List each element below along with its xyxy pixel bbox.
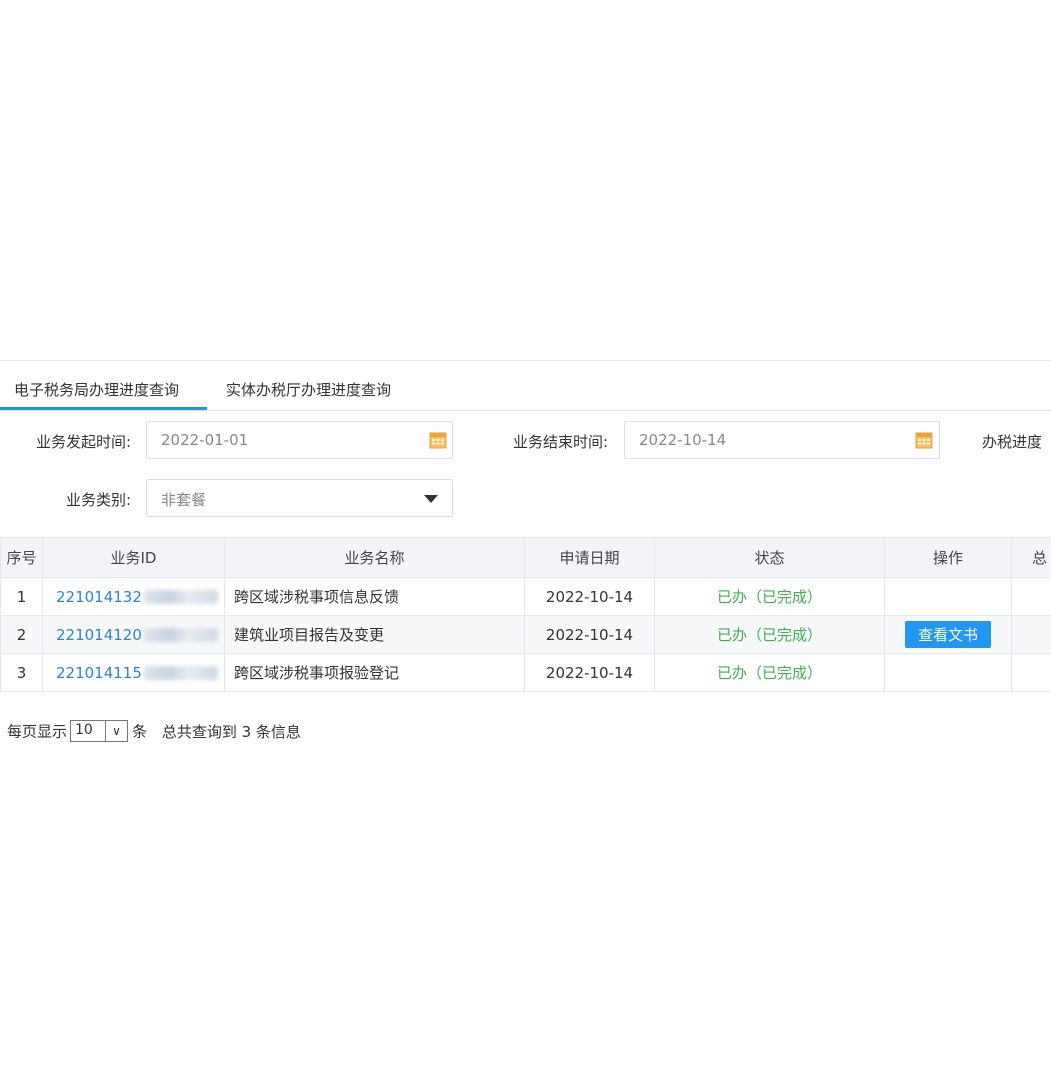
business-id-link[interactable]: 221014120 bbox=[56, 626, 142, 644]
table-row: 3 221014115 跨区域涉税事项报验登记 2022-10-14 已办（已完… bbox=[0, 653, 1051, 692]
table-header-row: 序号 业务ID 业务名称 申请日期 状态 操作 总 bbox=[0, 537, 1051, 578]
business-type-select[interactable]: 非套餐 bbox=[146, 479, 453, 517]
end-date-value: 2022-10-14 bbox=[639, 431, 727, 449]
header-status: 状态 bbox=[654, 537, 885, 578]
status-cell: 已办（已完成） bbox=[654, 577, 885, 616]
total-cell bbox=[1011, 577, 1051, 616]
apply-date-cell: 2022-10-14 bbox=[524, 577, 655, 616]
redacted-mask bbox=[143, 590, 218, 604]
redacted-mask bbox=[143, 628, 218, 642]
tab-hall-progress[interactable]: 实体办税厅办理进度查询 bbox=[226, 379, 391, 400]
apply-date-cell: 2022-10-14 bbox=[524, 653, 655, 692]
status-cell: 已办（已完成） bbox=[654, 653, 885, 692]
tab-etax-progress[interactable]: 电子税务局办理进度查询 bbox=[14, 379, 179, 400]
business-id-cell: 221014115 bbox=[42, 653, 225, 692]
tab-bar: 电子税务局办理进度查询 实体办税厅办理进度查询 bbox=[0, 361, 1051, 411]
header-business-id: 业务ID bbox=[42, 537, 225, 578]
total-count-text: 总共查询到 3 条信息 bbox=[161, 722, 301, 741]
progress-label: 办税进度 bbox=[982, 433, 1043, 451]
caret-down-icon bbox=[424, 495, 438, 503]
total-cell bbox=[1011, 615, 1051, 654]
header-apply-date: 申请日期 bbox=[524, 537, 655, 578]
redacted-mask bbox=[143, 666, 218, 680]
business-id-link[interactable]: 221014115 bbox=[56, 664, 142, 682]
header-business-name: 业务名称 bbox=[224, 537, 525, 578]
business-id-link[interactable]: 221014132 bbox=[56, 588, 142, 606]
start-date-label: 业务发起时间: bbox=[36, 433, 132, 451]
per-page-select[interactable]: 10 ∨ bbox=[70, 720, 129, 742]
calendar-icon[interactable] bbox=[915, 431, 933, 449]
action-cell bbox=[884, 577, 1012, 616]
business-id-cell: 221014132 bbox=[42, 577, 225, 616]
results-table: 序号 业务ID 业务名称 申请日期 状态 操作 总 1 221014132 跨区… bbox=[0, 537, 1051, 692]
business-name-cell: 跨区域涉税事项信息反馈 bbox=[224, 577, 525, 616]
row-index: 2 bbox=[0, 615, 43, 654]
header-action: 操作 bbox=[884, 537, 1012, 578]
business-name-cell: 跨区域涉税事项报验登记 bbox=[224, 653, 525, 692]
row-index: 3 bbox=[0, 653, 43, 692]
table-row: 1 221014132 跨区域涉税事项信息反馈 2022-10-14 已办（已完… bbox=[0, 577, 1051, 616]
header-total: 总 bbox=[1011, 537, 1051, 578]
status-cell: 已办（已完成） bbox=[654, 615, 885, 654]
start-date-value: 2022-01-01 bbox=[161, 431, 249, 449]
total-cell bbox=[1011, 653, 1051, 692]
per-page-prefix: 每页显示 bbox=[7, 722, 68, 741]
end-date-label: 业务结束时间: bbox=[513, 433, 609, 451]
per-page-value: 10 bbox=[75, 722, 93, 738]
chevron-down-icon[interactable]: ∨ bbox=[105, 721, 127, 741]
view-document-button[interactable]: 查看文书 bbox=[904, 621, 991, 648]
action-cell: 查看文书 bbox=[884, 615, 1012, 654]
table-row: 2 221014120 建筑业项目报告及变更 2022-10-14 已办（已完成… bbox=[0, 615, 1051, 654]
pagination-bar: 每页显示 10 ∨ 条 总共查询到 3 条信息 bbox=[7, 720, 301, 742]
tab-divider bbox=[0, 410, 1051, 411]
business-type-value: 非套餐 bbox=[161, 491, 207, 509]
business-id-cell: 221014120 bbox=[42, 615, 225, 654]
business-type-label: 业务类别: bbox=[66, 491, 132, 509]
business-name-cell: 建筑业项目报告及变更 bbox=[224, 615, 525, 654]
header-index: 序号 bbox=[0, 537, 43, 578]
end-date-field[interactable]: 2022-10-14 bbox=[624, 421, 940, 459]
row-index: 1 bbox=[0, 577, 43, 616]
apply-date-cell: 2022-10-14 bbox=[524, 615, 655, 654]
action-cell bbox=[884, 653, 1012, 692]
per-page-suffix: 条 bbox=[132, 722, 148, 741]
calendar-icon[interactable] bbox=[429, 431, 447, 449]
start-date-field[interactable]: 2022-01-01 bbox=[146, 421, 453, 459]
